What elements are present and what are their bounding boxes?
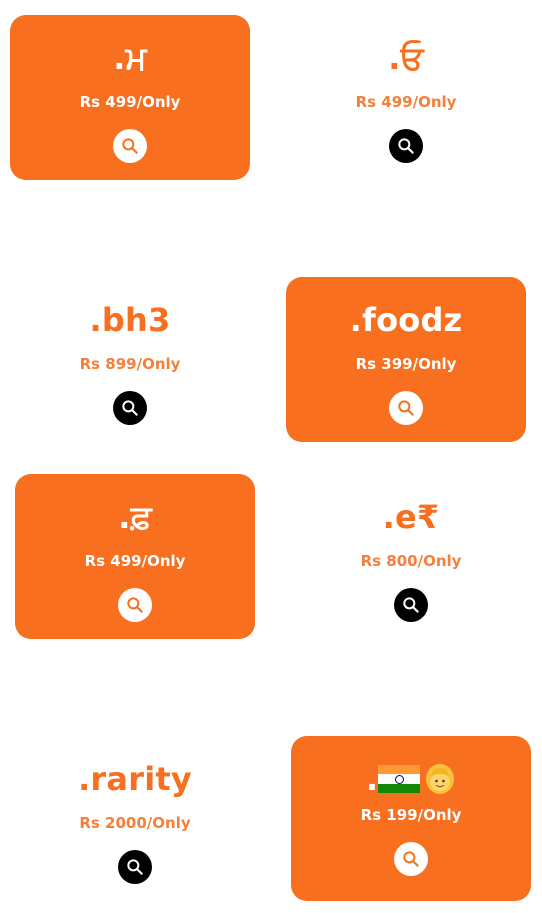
search-icon: [127, 597, 143, 613]
search-icon: [122, 400, 138, 416]
domain-card-6[interactable]: .e₹ Rs 800/Only: [291, 474, 531, 639]
domain-price: Rs 499/Only: [355, 93, 457, 111]
search-button[interactable]: [113, 129, 147, 163]
search-icon: [122, 138, 138, 154]
search-button[interactable]: [389, 391, 423, 425]
search-button[interactable]: [389, 129, 423, 163]
domain-card-5[interactable]: .ਫ਼ Rs 499/Only: [15, 474, 255, 639]
domain-name: .ਮ: [113, 38, 147, 77]
domain-card-1[interactable]: .ਮ Rs 499/Only: [10, 15, 250, 180]
search-button[interactable]: [113, 391, 147, 425]
domain-name: .e₹: [382, 498, 440, 536]
indian-flag-icon: [378, 765, 421, 793]
domain-name: .foodz: [349, 301, 463, 339]
search-button[interactable]: [118, 588, 152, 622]
search-button[interactable]: [394, 842, 428, 876]
domain-price: Rs 899/Only: [79, 355, 181, 373]
domain-card-8[interactable]: . Rs 199/Only: [291, 736, 531, 901]
search-icon: [403, 597, 419, 613]
search-icon: [398, 138, 414, 154]
search-icon: [403, 851, 419, 867]
domain-name: .: [366, 758, 456, 800]
domain-price: Rs 2000/Only: [79, 814, 191, 832]
search-icon: [127, 859, 143, 875]
domain-card-7[interactable]: .rarity Rs 2000/Only: [15, 736, 255, 901]
domain-name: .ਓ: [388, 38, 424, 77]
domain-price: Rs 199/Only: [360, 806, 462, 824]
domain-price: Rs 399/Only: [355, 355, 457, 373]
domain-dot: .: [365, 760, 379, 798]
search-icon: [398, 400, 414, 416]
domain-price: Rs 800/Only: [360, 552, 462, 570]
domain-price: Rs 499/Only: [84, 552, 186, 570]
domain-card-3[interactable]: .bh3 Rs 899/Only: [10, 277, 250, 442]
domain-card-2[interactable]: .ਓ Rs 499/Only: [286, 15, 526, 180]
person-emoji-icon: [426, 764, 455, 794]
domain-card-4[interactable]: .foodz Rs 399/Only: [286, 277, 526, 442]
domain-name: .ਫ਼: [118, 497, 152, 536]
domain-price: Rs 499/Only: [79, 93, 181, 111]
search-button[interactable]: [394, 588, 428, 622]
domain-name: .bh3: [89, 301, 171, 339]
search-button[interactable]: [118, 850, 152, 884]
domain-name: .rarity: [78, 760, 192, 798]
